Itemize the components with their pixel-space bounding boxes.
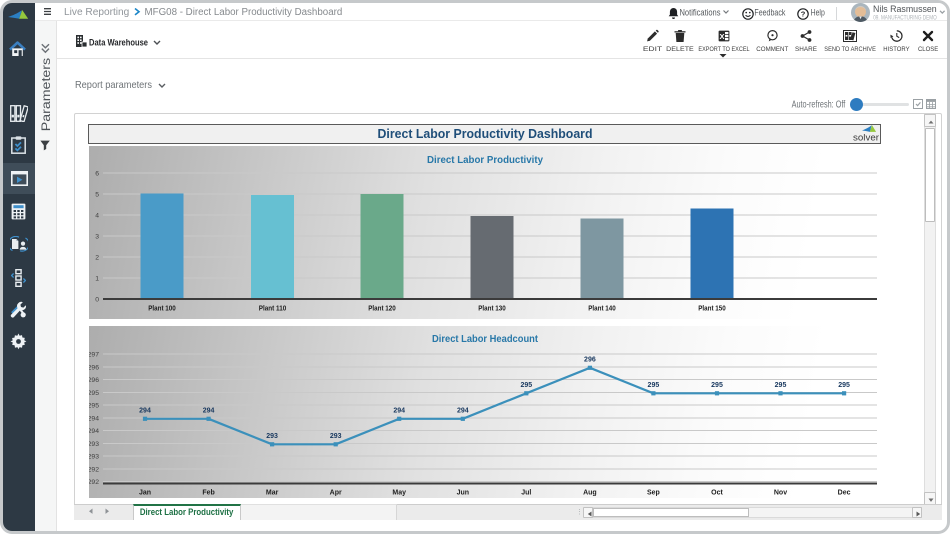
svg-text:COMMENT: COMMENT: [756, 46, 788, 53]
svg-text:297: 297: [89, 352, 99, 359]
svg-text:294: 294: [89, 428, 99, 435]
svg-text:295: 295: [89, 390, 99, 397]
svg-text:09. MANUFACTURING DEMO: 09. MANUFACTURING DEMO: [873, 14, 937, 21]
svg-text:Direct Labor Productivity: Direct Labor Productivity: [140, 507, 234, 518]
svg-text:Plant 120: Plant 120: [368, 306, 396, 313]
svg-text:2: 2: [95, 255, 99, 262]
svg-text:Notifications: Notifications: [680, 8, 721, 19]
svg-text:Plant 150: Plant 150: [698, 306, 726, 313]
svg-text:6: 6: [95, 171, 99, 178]
svg-text:SEND TO ARCHIVE: SEND TO ARCHIVE: [824, 46, 876, 53]
svg-text:Dec: Dec: [838, 490, 851, 497]
svg-text:Data Warehouse: Data Warehouse: [89, 38, 148, 49]
svg-text:Oct: Oct: [711, 490, 723, 497]
svg-text:295: 295: [648, 382, 660, 389]
svg-text:Jul: Jul: [521, 490, 531, 497]
svg-text:292: 292: [89, 466, 99, 473]
svg-text:296: 296: [89, 377, 99, 384]
svg-text:Feedback: Feedback: [754, 8, 785, 19]
svg-text:Auto-refresh: Off: Auto-refresh: Off: [792, 100, 846, 110]
svg-text:294: 294: [393, 407, 405, 414]
svg-text:1: 1: [95, 276, 99, 283]
svg-text:DELETE: DELETE: [666, 46, 694, 53]
svg-text:Plant 110: Plant 110: [259, 306, 287, 313]
svg-text:293: 293: [330, 433, 342, 440]
svg-text:293: 293: [89, 441, 99, 448]
svg-text:Feb: Feb: [202, 490, 214, 497]
svg-text:Direct Labor Headcount: Direct Labor Headcount: [432, 333, 538, 345]
svg-text:MFG08 - Direct Labor Productiv: MFG08 - Direct Labor Productivity Dashbo…: [145, 7, 343, 18]
svg-text:Nils Rasmussen: Nils Rasmussen: [873, 4, 937, 15]
svg-text:296: 296: [89, 364, 99, 371]
svg-text:EDIT: EDIT: [643, 46, 662, 53]
svg-text:4: 4: [95, 213, 99, 220]
svg-text:295: 295: [711, 382, 723, 389]
svg-text:Direct Labor Productivity: Direct Labor Productivity: [427, 154, 543, 166]
svg-text:292: 292: [89, 479, 99, 486]
svg-text:Jan: Jan: [139, 490, 151, 497]
svg-text:Help: Help: [811, 8, 825, 19]
svg-text:Sep: Sep: [647, 490, 660, 497]
svg-text:296: 296: [584, 356, 596, 363]
svg-text:293: 293: [89, 454, 99, 461]
svg-text:May: May: [392, 490, 406, 497]
svg-text:Mar: Mar: [266, 490, 279, 497]
svg-text:294: 294: [139, 407, 151, 414]
svg-text:Nov: Nov: [774, 490, 787, 497]
svg-text:Live Reporting: Live Reporting: [64, 7, 129, 18]
svg-text:Plant 140: Plant 140: [588, 306, 616, 313]
svg-text:295: 295: [89, 403, 99, 410]
svg-text:5: 5: [95, 192, 99, 199]
svg-text:3: 3: [95, 234, 99, 241]
svg-text:solver: solver: [853, 133, 879, 144]
svg-text:Apr: Apr: [330, 490, 342, 497]
svg-text:?: ?: [801, 10, 806, 19]
svg-text:294: 294: [457, 407, 469, 414]
svg-text:CLOSE: CLOSE: [918, 46, 939, 53]
svg-text:Direct Labor Productivity Dash: Direct Labor Productivity Dashboard: [378, 126, 593, 141]
svg-text:295: 295: [838, 382, 850, 389]
svg-text:295: 295: [775, 382, 787, 389]
svg-text:Jun: Jun: [457, 490, 469, 497]
svg-text:0: 0: [95, 297, 99, 304]
svg-text:Report parameters: Report parameters: [75, 79, 152, 91]
svg-text:Plant 130: Plant 130: [478, 306, 506, 313]
svg-text:294: 294: [89, 415, 99, 422]
svg-text:294: 294: [203, 407, 215, 414]
svg-text:293: 293: [266, 433, 278, 440]
svg-text:Plant 100: Plant 100: [148, 306, 176, 313]
svg-text:Aug: Aug: [583, 490, 597, 497]
svg-text:HISTORY: HISTORY: [883, 46, 910, 53]
svg-text:295: 295: [520, 382, 532, 389]
svg-text:Parameters: Parameters: [41, 58, 53, 132]
svg-text:EXPORT TO EXCEL: EXPORT TO EXCEL: [698, 46, 749, 53]
svg-text:X: X: [719, 32, 724, 41]
svg-text:SHARE: SHARE: [795, 46, 817, 53]
